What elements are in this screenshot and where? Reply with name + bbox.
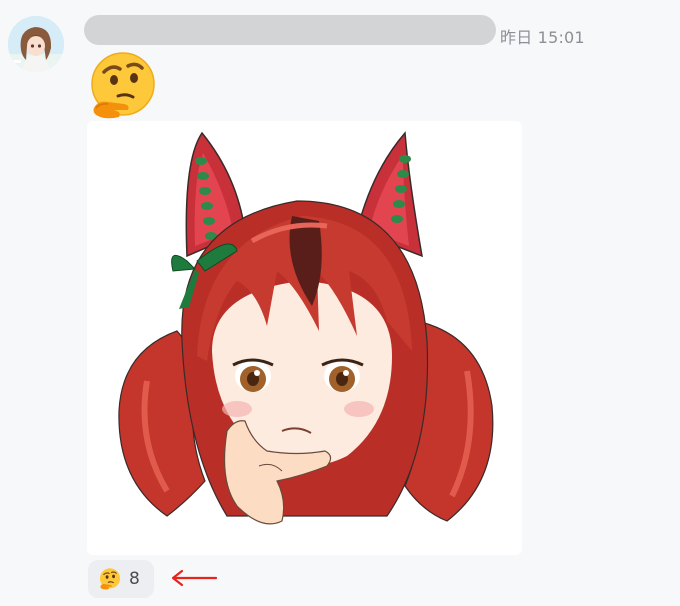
anime-girl-thinking-sticker-icon <box>118 131 494 525</box>
thinking-face-icon <box>86 50 160 122</box>
red-arrow-left-icon <box>171 569 218 587</box>
reaction-count: 8 <box>129 569 140 589</box>
avatar-illustration-icon <box>8 16 64 72</box>
chat-message: 昨日 15:01 8 <box>0 0 680 606</box>
user-avatar[interactable] <box>8 16 64 72</box>
redacted-username <box>84 15 496 45</box>
thinking-face-icon <box>99 568 121 590</box>
reaction-button[interactable]: 8 <box>88 560 154 598</box>
attached-sticker-image[interactable] <box>87 121 522 555</box>
message-timestamp: 昨日 15:01 <box>500 28 585 47</box>
